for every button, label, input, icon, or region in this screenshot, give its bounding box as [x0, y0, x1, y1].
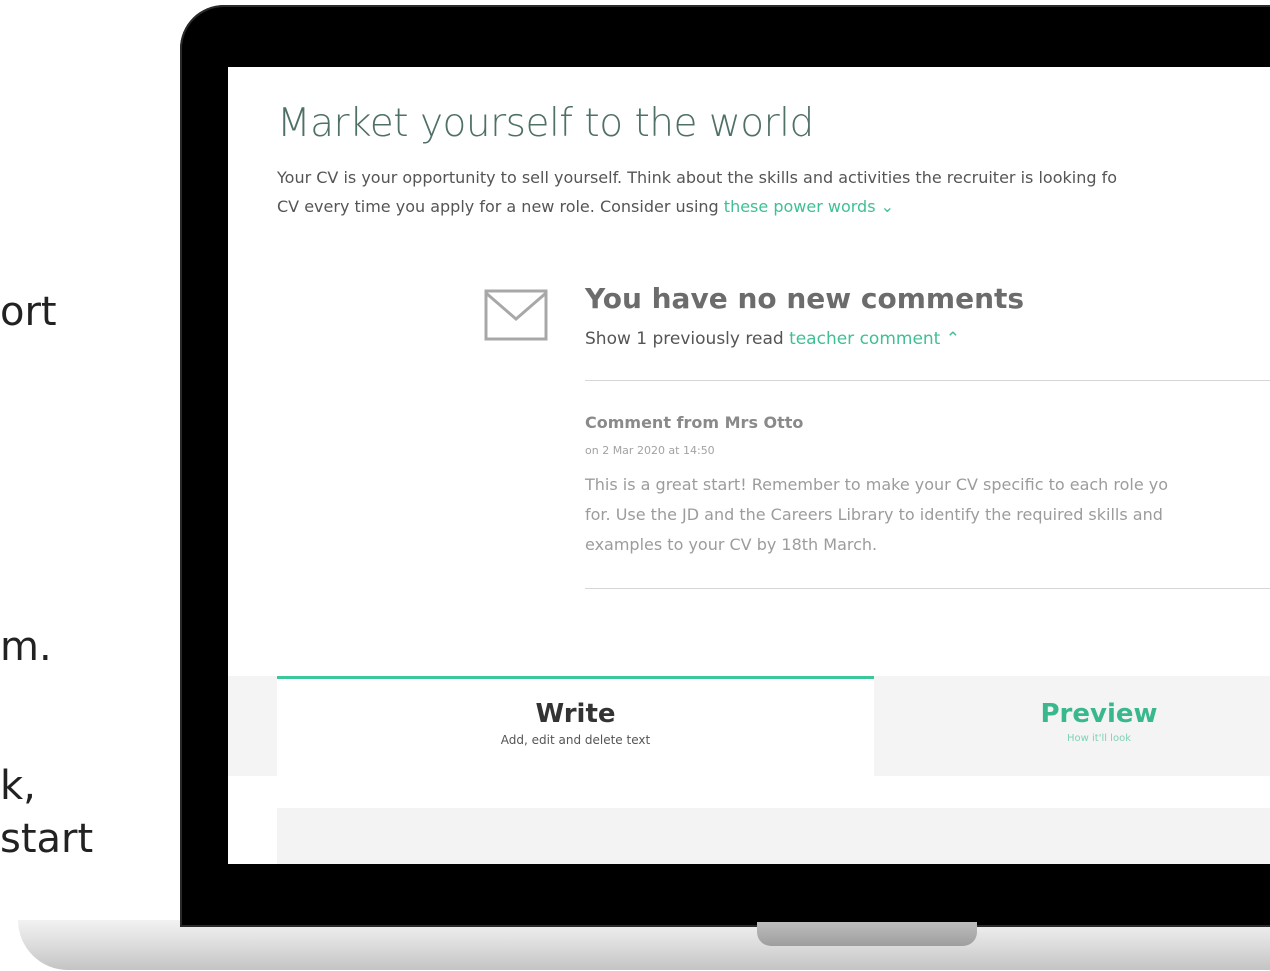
- comment-divider-bottom: [585, 588, 1270, 589]
- intro-text: Your CV is your opportunity to sell your…: [277, 163, 1270, 221]
- tab-preview[interactable]: Preview How it'll look: [874, 676, 1270, 776]
- laptop-screen: Market yourself to the world Your CV is …: [228, 67, 1270, 864]
- laptop-base: [18, 920, 1270, 970]
- comment-divider-top: [585, 380, 1270, 381]
- tab-preview-desc: How it'll look: [1067, 733, 1131, 744]
- side-text-fragment-3: k,: [0, 763, 36, 809]
- comment-body: This is a great start! Remember to make …: [585, 470, 1270, 560]
- page-title: Market yourself to the world: [277, 101, 814, 146]
- previous-comments-text: Show 1 previously read: [585, 329, 790, 349]
- side-text-fragment-4: start: [0, 816, 94, 862]
- comment-author: Comment from Mrs Otto: [585, 413, 804, 432]
- previous-comments-toggle: Show 1 previously read teacher comment ⌃: [585, 329, 960, 349]
- side-text-fragment-1: ort: [0, 289, 57, 335]
- teacher-comment-link[interactable]: teacher comment ⌃: [789, 329, 960, 349]
- comment-body-line-1: This is a great start! Remember to make …: [585, 475, 1169, 494]
- comment-body-line-3: examples to your CV by 18th March.: [585, 535, 878, 554]
- envelope-icon: [484, 289, 548, 341]
- intro-line-1: Your CV is your opportunity to sell your…: [277, 168, 1117, 187]
- comments-heading: You have no new comments: [585, 282, 1025, 315]
- comment-date: on 2 Mar 2020 at 14:50: [585, 444, 715, 457]
- side-text-fragment-2: m.: [0, 624, 52, 670]
- intro-line-2: CV every time you apply for a new role. …: [277, 192, 1270, 221]
- power-words-link[interactable]: these power words ⌄: [724, 197, 894, 216]
- editor-area[interactable]: [277, 808, 1270, 864]
- laptop-hinge-notch: [757, 922, 977, 946]
- tab-preview-label: Preview: [1040, 699, 1158, 729]
- comment-body-line-2: for. Use the JD and the Careers Library …: [585, 505, 1163, 524]
- intro-line-2-text: CV every time you apply for a new role. …: [277, 197, 724, 216]
